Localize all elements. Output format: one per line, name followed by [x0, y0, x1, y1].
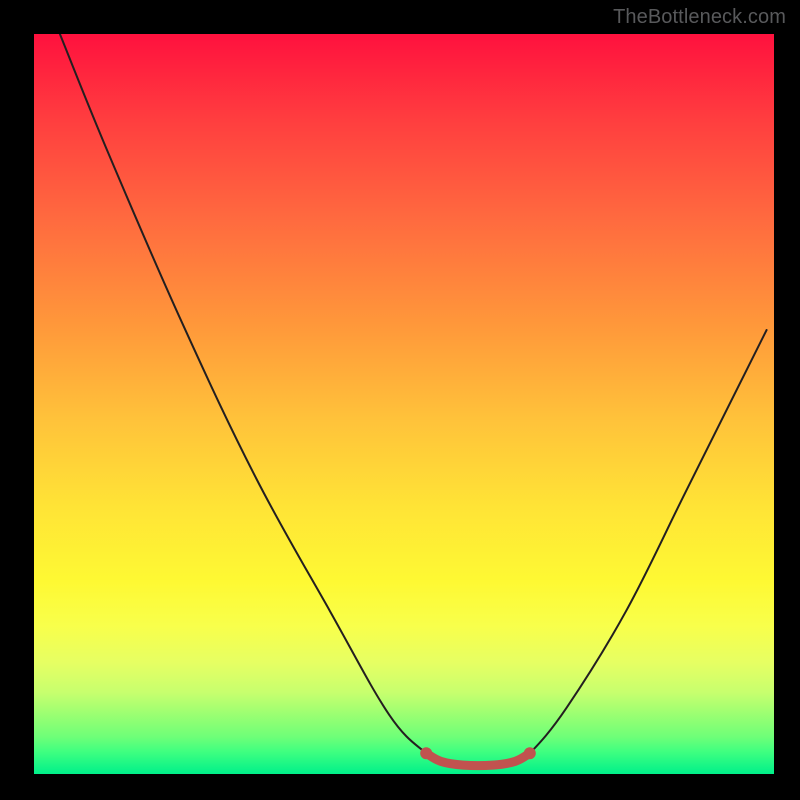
chart-stage: TheBottleneck.com	[0, 0, 800, 800]
plot-area	[34, 34, 774, 774]
severity-gradient	[34, 34, 774, 774]
watermark: TheBottleneck.com	[613, 6, 786, 29]
